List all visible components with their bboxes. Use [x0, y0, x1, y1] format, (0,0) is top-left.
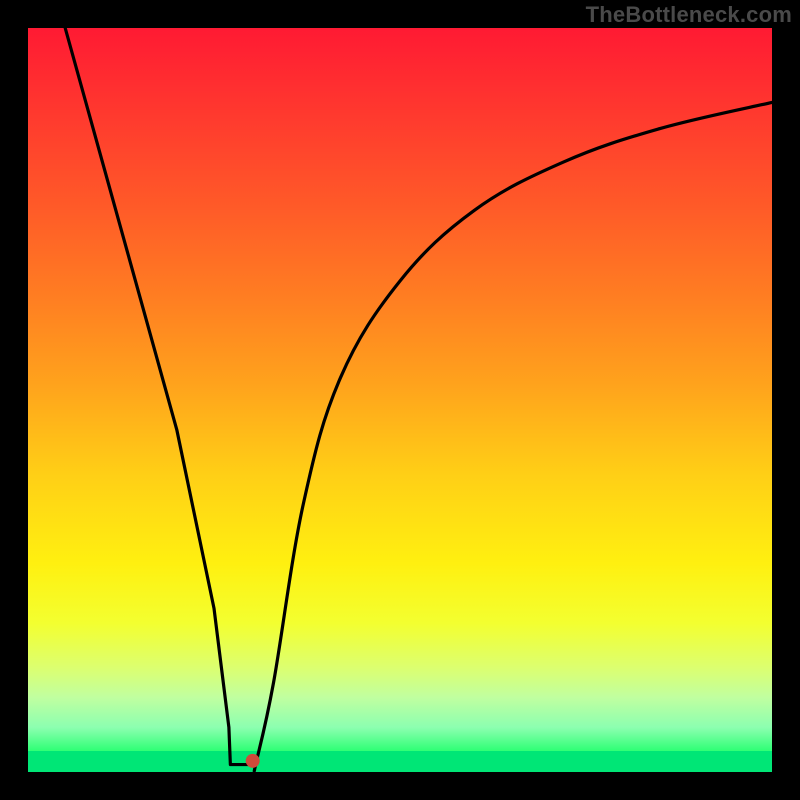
- chart-frame: TheBottleneck.com: [0, 0, 800, 800]
- bottleneck-curve: [65, 28, 772, 771]
- watermark-text: TheBottleneck.com: [586, 2, 792, 28]
- minimum-marker: [246, 754, 260, 768]
- plot-area: [28, 28, 772, 772]
- chart-svg: [28, 28, 772, 772]
